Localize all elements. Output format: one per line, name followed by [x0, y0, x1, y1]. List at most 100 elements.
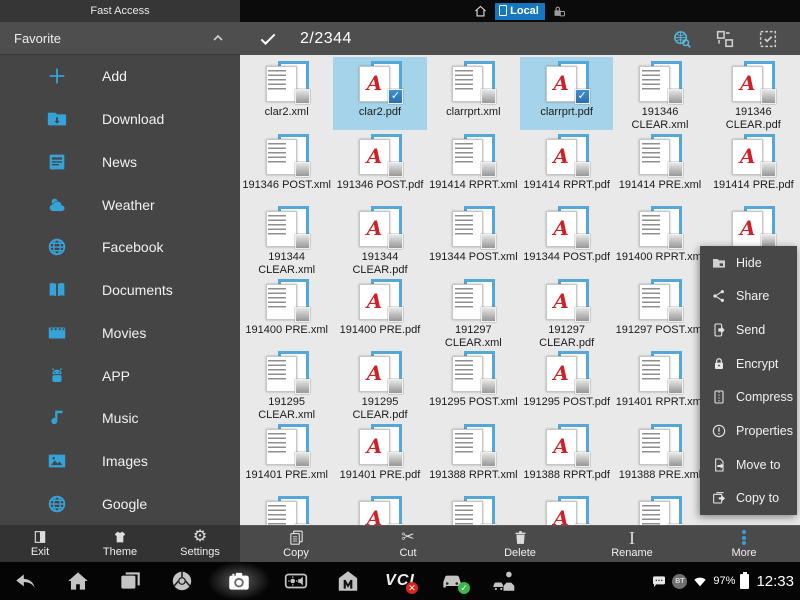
file-item[interactable]: A 191414 PRE.pdf [707, 130, 800, 203]
file-checkbox[interactable] [761, 89, 776, 104]
file-checkbox[interactable] [295, 452, 310, 467]
action-button[interactable]: Delete [464, 526, 576, 562]
select-all-icon[interactable] [757, 28, 779, 50]
file-checkbox[interactable] [481, 452, 496, 467]
file-item[interactable]: A 191295 POST.pdf [520, 347, 613, 420]
context-menu-item[interactable]: Copy to [700, 481, 797, 515]
action-button[interactable]: ✂ Cut [352, 526, 464, 562]
sidebar-item[interactable]: Weather [0, 183, 240, 226]
file-checkbox[interactable] [575, 234, 590, 249]
file-item[interactable]: A 191295 POST.xml [427, 347, 520, 420]
context-menu-item[interactable]: Move to [700, 448, 797, 482]
vehicle-connected-icon[interactable]: ✓ [426, 562, 478, 600]
sidebar-item[interactable]: Add [0, 55, 240, 98]
file-item[interactable]: A clar2.xml [240, 57, 333, 130]
file-item[interactable]: A 191346 POST.pdf [333, 130, 426, 203]
file-checkbox[interactable] [668, 379, 683, 394]
sidebar-item[interactable]: Facebook [0, 226, 240, 269]
favorite-group-header[interactable]: Favorite [0, 22, 240, 55]
camera-icon[interactable] [208, 562, 270, 600]
context-menu-item[interactable]: Compress [700, 381, 797, 415]
file-checkbox[interactable] [668, 89, 683, 104]
file-item[interactable]: A 191344 POST.pdf [520, 202, 613, 275]
file-item[interactable]: A 191344 POST.xml [427, 202, 520, 275]
sidebar-item[interactable]: Music [0, 397, 240, 440]
bluetooth-icon[interactable]: BT [672, 574, 687, 589]
file-checkbox[interactable] [295, 307, 310, 322]
context-menu-item[interactable]: Share [700, 280, 797, 314]
file-checkbox[interactable] [575, 452, 590, 467]
technician-icon[interactable] [478, 562, 530, 600]
file-checkbox[interactable] [575, 307, 590, 322]
file-checkbox[interactable] [668, 452, 683, 467]
file-checkbox[interactable] [575, 379, 590, 394]
file-checkbox[interactable] [481, 234, 496, 249]
file-item[interactable]: A 191401 PRE.xml [240, 420, 333, 493]
back-icon[interactable] [0, 562, 52, 600]
file-item[interactable]: A 191414 RPRT.pdf [520, 130, 613, 203]
file-item[interactable]: A 191388 RPRT.pdf [520, 420, 613, 493]
m-home-app-icon[interactable] [322, 562, 374, 600]
context-menu-item[interactable]: Properties [700, 414, 797, 448]
file-item[interactable]: A 191400 RPRT.xml [613, 202, 706, 275]
file-checkbox[interactable] [295, 162, 310, 177]
footer-button[interactable]: Exit [0, 525, 80, 562]
file-checkbox[interactable] [388, 307, 403, 322]
file-item[interactable]: A [427, 492, 520, 525]
file-item[interactable]: A 191346 CLEAR.pdf [707, 57, 800, 130]
file-item[interactable]: A 191295 CLEAR.pdf [333, 347, 426, 420]
file-item[interactable]: A 191400 PRE.pdf [333, 275, 426, 348]
file-item[interactable]: A 191344 CLEAR.xml [240, 202, 333, 275]
view-mode-icon[interactable] [714, 28, 736, 50]
file-item[interactable]: A 191400 PRE.xml [240, 275, 333, 348]
file-item[interactable]: A 191346 POST.xml [240, 130, 333, 203]
file-checkbox[interactable] [388, 379, 403, 394]
file-checkbox[interactable] [575, 162, 590, 177]
file-checkbox[interactable] [481, 379, 496, 394]
file-item[interactable]: A 191297 CLEAR.xml [427, 275, 520, 348]
sidebar-item[interactable]: News [0, 140, 240, 183]
file-item[interactable]: A 191401 PRE.pdf [333, 420, 426, 493]
action-button[interactable]: I Rename [576, 526, 688, 562]
file-checkbox[interactable] [388, 162, 403, 177]
file-checkbox[interactable] [388, 234, 403, 249]
sidebar-item[interactable]: Movies [0, 311, 240, 354]
vci-icon[interactable]: VCI ✕ [374, 562, 426, 600]
display-audio-icon[interactable] [270, 562, 322, 600]
file-checkbox[interactable] [295, 379, 310, 394]
messages-icon[interactable] [651, 573, 667, 589]
file-checkbox[interactable] [481, 162, 496, 177]
local-storage-tab[interactable]: Local [495, 3, 545, 20]
sidebar-item[interactable]: APP [0, 354, 240, 397]
sidebar-item[interactable]: Download [0, 98, 240, 141]
footer-button[interactable]: ⚙ Settings [160, 525, 240, 562]
file-item[interactable]: A 191388 RPRT.xml [427, 420, 520, 493]
file-checkbox[interactable] [388, 452, 403, 467]
file-item[interactable]: A 191414 PRE.xml [613, 130, 706, 203]
file-item[interactable]: A 191344 CLEAR.pdf [333, 202, 426, 275]
footer-button[interactable]: Theme [80, 525, 160, 562]
action-button[interactable]: More [688, 526, 800, 562]
file-checkbox[interactable] [668, 307, 683, 322]
sidebar-item[interactable]: Google [0, 482, 240, 525]
file-item[interactable]: A 191295 CLEAR.xml [240, 347, 333, 420]
file-item[interactable]: A 191388 PRE.xml [613, 420, 706, 493]
file-item[interactable]: A clarrprt.xml [427, 57, 520, 130]
file-checkbox[interactable] [295, 89, 310, 104]
confirm-selection-icon[interactable] [258, 29, 278, 49]
file-item[interactable]: A [613, 492, 706, 525]
recents-icon[interactable] [104, 562, 156, 600]
file-item[interactable]: A 191414 RPRT.xml [427, 130, 520, 203]
file-checkbox[interactable] [668, 234, 683, 249]
file-checkbox[interactable] [388, 89, 403, 104]
home-icon[interactable] [52, 562, 104, 600]
file-checkbox[interactable] [575, 89, 590, 104]
file-item[interactable]: A clar2.pdf [333, 57, 426, 130]
file-item[interactable]: A 191297 POST.xml [613, 275, 706, 348]
chrome-icon[interactable] [156, 562, 208, 600]
sidebar-item[interactable]: Documents [0, 269, 240, 312]
context-menu-item[interactable]: Hide [700, 246, 797, 280]
file-checkbox[interactable] [668, 162, 683, 177]
sidebar-item[interactable]: Images [0, 440, 240, 483]
context-menu-item[interactable]: Send [700, 313, 797, 347]
